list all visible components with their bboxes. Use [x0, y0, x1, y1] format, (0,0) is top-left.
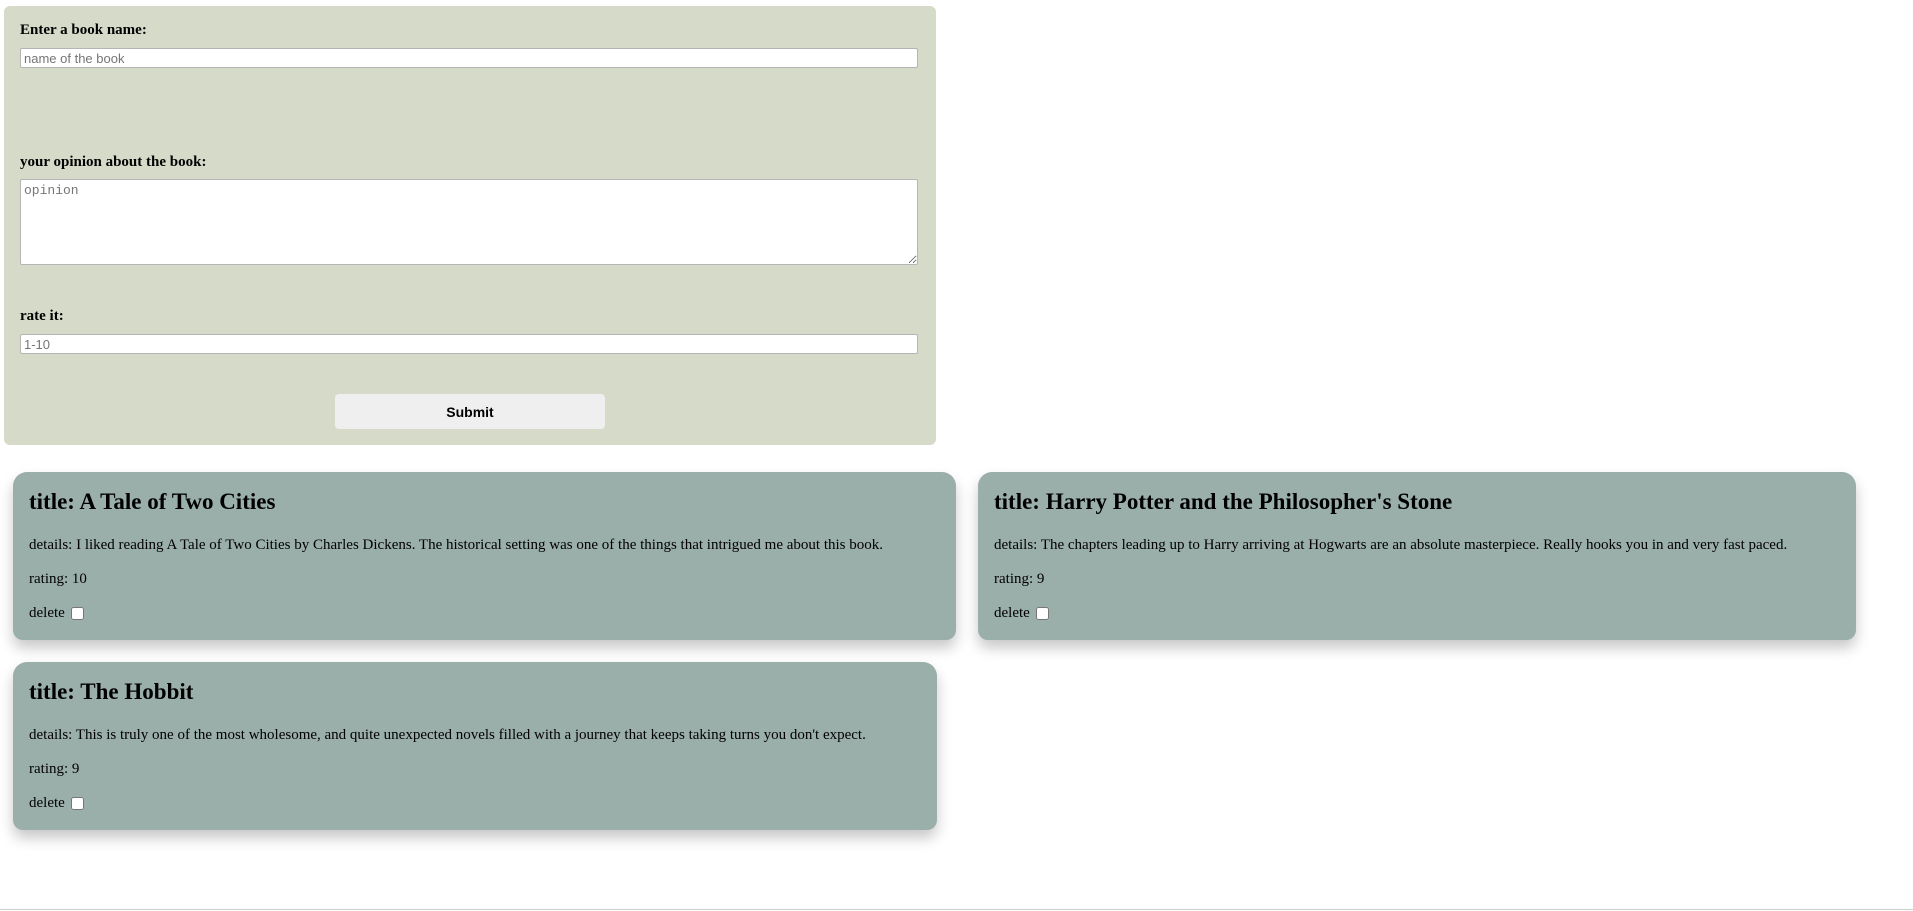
book-form: Enter a book name: your opinion about th…: [4, 6, 936, 445]
bottom-divider: [0, 909, 1913, 910]
book-title: title: Harry Potter and the Philosopher'…: [994, 489, 1453, 514]
rate-label: rate it:: [20, 308, 64, 324]
delete-control: delete: [29, 795, 84, 812]
delete-label: delete: [994, 605, 1030, 621]
rating-input[interactable]: [20, 334, 918, 354]
book-title: title: A Tale of Two Cities: [29, 489, 276, 514]
page: Enter a book name: your opinion about th…: [0, 0, 1913, 911]
book-rating: rating: 9: [29, 761, 80, 777]
book-card: title: The Hobbit details: This is truly…: [13, 662, 937, 830]
delete-checkbox[interactable]: [1035, 607, 1049, 620]
book-card: title: Harry Potter and the Philosopher'…: [978, 472, 1856, 640]
opinion-label: your opinion about the book:: [20, 154, 207, 170]
book-card: title: A Tale of Two Cities details: I l…: [13, 472, 956, 640]
delete-checkbox[interactable]: [70, 607, 84, 620]
book-rating: rating: 10: [29, 571, 87, 587]
book-details: details: The chapters leading up to Harr…: [994, 537, 1788, 553]
book-details: details: This is truly one of the most w…: [29, 727, 866, 743]
book-rating: rating: 9: [994, 571, 1045, 587]
book-name-label: Enter a book name:: [20, 22, 147, 38]
delete-control: delete: [994, 605, 1049, 622]
book-title: title: The Hobbit: [29, 679, 194, 704]
book-details: details: I liked reading A Tale of Two C…: [29, 537, 884, 553]
delete-control: delete: [29, 605, 84, 622]
submit-button[interactable]: Submit: [335, 394, 605, 429]
delete-checkbox[interactable]: [70, 797, 84, 810]
book-name-input[interactable]: [20, 48, 918, 68]
delete-label: delete: [29, 795, 65, 811]
delete-label: delete: [29, 605, 65, 621]
opinion-textarea[interactable]: [20, 179, 918, 265]
